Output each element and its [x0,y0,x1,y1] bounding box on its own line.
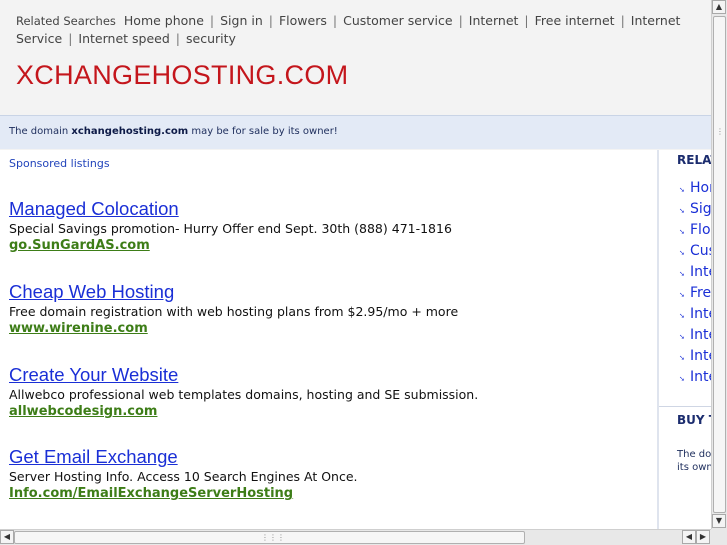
sidebar-related-heading: RELAT [677,153,711,167]
related-sidebar: RELAT ➘Hor ➘Sig ➘Flo ➘Cus ➘Inte ➘Fre ➘In… [657,150,711,529]
arrow-bullet-icon: ➘ [679,354,685,362]
scrollbar-corner [711,529,727,545]
sidebar-item[interactable]: ➘Inte [679,263,711,284]
ad-title-link[interactable]: Managed Colocation [9,198,649,220]
ad-description: Allwebco professional web templates doma… [9,387,479,402]
related-searches-label: Related Searches [16,14,116,28]
top-link-free-internet[interactable]: Free internet [535,13,615,28]
arrow-bullet-icon: ➘ [679,333,685,341]
ad-title-link[interactable]: Create Your Website [9,364,649,386]
sidebar-item[interactable]: ➘Inte [679,347,711,368]
sidebar-item[interactable]: ➘Inte [679,368,711,389]
top-link-internet[interactable]: Internet [469,13,519,28]
site-title: XCHANGEHOSTING.COM [16,60,349,90]
sidebar-item[interactable]: ➘Inte [679,305,711,326]
ad-listing: Get Email Exchange Server Hosting Info. … [9,446,649,502]
grip-icon: ⋮⋮ [716,127,727,136]
arrow-bullet-icon: ➘ [679,312,685,320]
grip-icon: ⋮⋮⋮ [261,533,285,542]
ad-url-link[interactable]: Info.com/EmailExchangeServerHosting [9,485,649,502]
sidebar-item[interactable]: ➘ Fre [679,284,711,305]
arrow-bullet-icon: ➘ [679,186,685,194]
horizontal-scrollbar[interactable]: ◀ ⋮⋮⋮ ◀ ▶ [0,529,711,545]
chevron-left-icon[interactable]: ◀ [682,530,696,544]
top-link-home-phone[interactable]: Home phone [124,13,204,28]
page-viewport: Related Searches Home phone | Sign in | Flow… [0,0,711,529]
domain-sale-notice: The domain xchangehosting.com may be for… [0,115,711,149]
ad-url-link[interactable]: allwebcodesign.com [9,403,649,420]
arrow-bullet-icon: ➘ [679,375,685,383]
arrow-bullet-icon: ➘ [679,249,685,257]
top-link-sign-in[interactable]: Sign in [220,13,263,28]
sidebar-item[interactable]: ➘Cus [679,242,711,263]
chevron-left-icon[interactable]: ◀ [0,530,14,544]
ad-description: Server Hosting Info. Access 10 Search En… [9,469,358,484]
top-link-internet-speed[interactable]: Internet speed [78,31,169,46]
sale-notice-prefix: The domain [9,126,69,137]
sale-notice-suffix: may be for sale by its owner! [191,126,338,137]
sidebar-item[interactable]: ➘Hor [679,179,711,200]
ad-url-link[interactable]: www.wirenine.com [9,320,649,337]
sidebar-link-list: ➘Hor ➘Sig ➘Flo ➘Cus ➘Inte ➘Fre ➘Inte ➘In… [679,179,711,389]
chevron-down-icon[interactable]: ▼ [712,514,726,528]
ad-listing: Create Your Website Allwebco professiona… [9,364,649,420]
sidebar-divider [659,406,711,407]
sidebar-item[interactable]: ➘ Sig [679,200,711,221]
vertical-scrollbar[interactable]: ▲ ⋮⋮ ▼ [711,0,727,529]
arrow-bullet-icon: ➘ [679,228,685,236]
arrow-bullet-icon: ➘ [679,207,685,215]
top-link-customer-service[interactable]: Customer service [343,13,452,28]
chevron-right-icon[interactable]: ▶ [696,530,710,544]
arrow-bullet-icon: ➘ [679,270,685,278]
vertical-scroll-thumb[interactable]: ⋮⋮ [713,16,727,513]
sponsored-label: Sponsored listings [9,157,110,170]
sidebar-buy-heading: BUY T [677,413,711,427]
ad-description: Free domain registration with web hostin… [9,304,459,319]
sidebar-item[interactable]: ➘ Flo [679,221,711,242]
ad-listing: Managed Colocation Special Savings promo… [9,198,649,254]
sidebar-item[interactable]: ➘Inte [679,326,711,347]
sidebar-buy-text: The don its owne [677,449,711,473]
arrow-bullet-icon: ➘ [679,291,685,299]
ad-listing: Cheap Web Hosting Free domain registrati… [9,281,649,337]
ad-title-link[interactable]: Cheap Web Hosting [9,281,649,303]
top-link-security[interactable]: security [186,31,236,46]
sale-notice-domain: xchangehosting.com [71,126,189,137]
ad-url-link[interactable]: go.SunGardAS.com [9,237,649,254]
related-searches-bar: Related Searches Home phone | Sign in | Flow… [16,13,681,46]
horizontal-scroll-thumb[interactable]: ⋮⋮⋮ [14,531,525,544]
top-link-flowers[interactable]: Flowers [279,13,327,28]
chevron-up-icon[interactable]: ▲ [712,0,726,14]
main-listings: Sponsored listings Managed Colocation Sp… [0,150,657,529]
ad-title-link[interactable]: Get Email Exchange [9,446,649,468]
ad-description: Special Savings promotion- Hurry Offer e… [9,221,452,236]
